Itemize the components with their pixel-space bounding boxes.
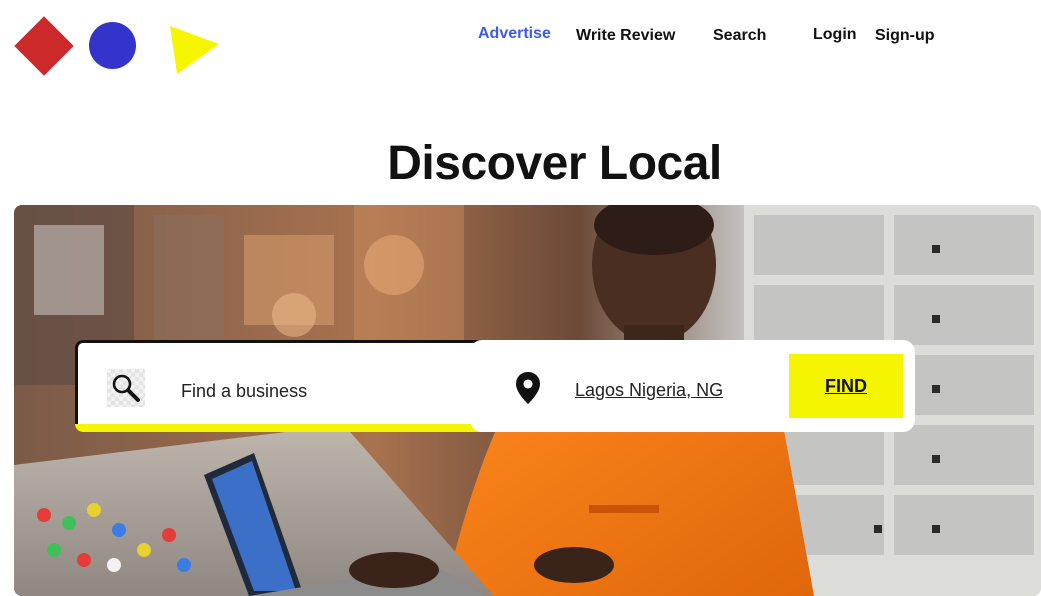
search-accent-bar [75,424,485,432]
location-field[interactable]: Lagos Nigeria, NG [575,378,723,402]
business-search-input[interactable] [181,376,461,406]
magnifier-icon [107,369,145,407]
top-nav: Advertise Write Review Search Login Sign… [0,22,1041,50]
nav-signup-link[interactable]: Sign-up [875,24,935,48]
nav-write-review-link[interactable]: Write Review [576,24,675,48]
page-title: Discover Local [387,137,722,190]
find-button[interactable]: FIND [789,354,903,418]
nav-login-link[interactable]: Login [813,23,857,47]
nav-search-link[interactable]: Search [713,24,766,48]
map-pin-icon [514,371,542,405]
nav-advertise-link[interactable]: Advertise [478,22,551,46]
